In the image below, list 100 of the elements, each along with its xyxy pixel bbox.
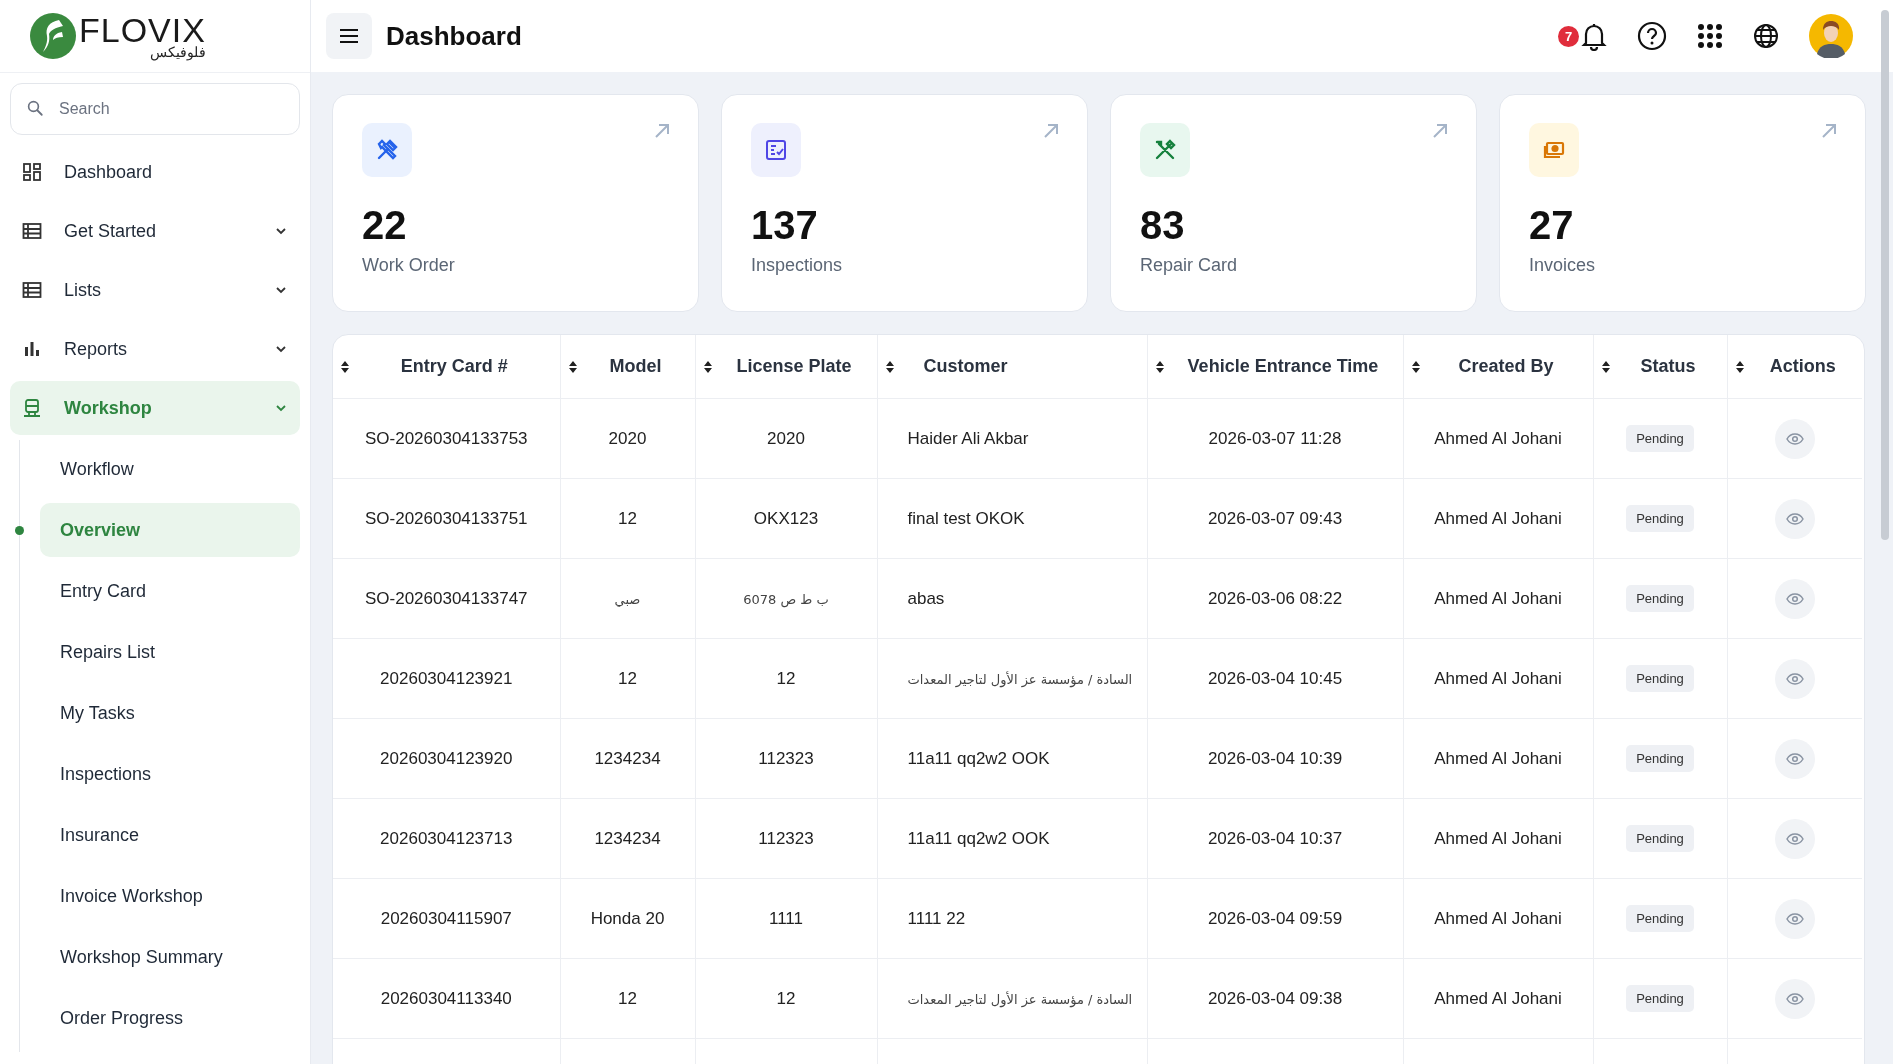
sort-icon[interactable] [1735,360,1744,373]
status-badge: Pending [1626,425,1694,452]
stat-card[interactable]: 137 Inspections [721,94,1088,312]
status-badge: Pending [1626,745,1694,772]
table-cell: 2026-03-04 10:37 [1207,828,1343,848]
column-header[interactable]: Model [584,356,687,377]
stat-label: Repair Card [1140,255,1239,276]
table-cell: 12 [618,668,637,688]
table-cell: 20260304123920 [380,748,513,768]
nav-item[interactable]: Lists [10,263,300,317]
nav-subitem[interactable]: Insurance [40,808,300,862]
eye-icon [1785,672,1804,685]
table-cell: Ahmed Al Johani [1434,988,1562,1008]
search-field[interactable]: Search [10,83,300,135]
column-header[interactable]: Customer [901,356,1008,377]
table-cell: 11a11 qq2w2 OOK [907,828,1050,848]
table-cell: Ahmed Al Johani [1434,428,1562,448]
nav-subitem[interactable]: My Tasks [40,686,300,740]
menu-button[interactable] [326,13,372,59]
column-header[interactable]: Vehicle Entrance Time [1171,356,1395,377]
nav-subitem[interactable]: Repairs List [40,625,300,679]
sort-icon[interactable] [885,360,894,373]
stat-card[interactable]: 27 Invoices [1499,94,1866,312]
status-badge: Pending [1626,665,1694,692]
status-badge: Pending [1626,825,1694,852]
column-header[interactable]: Status [1617,356,1719,377]
column-header[interactable]: Entry Card # [357,356,552,377]
table-cell: 20260304123921 [380,668,513,688]
table-cell: 2026-03-04 10:45 [1207,668,1343,688]
table-cell: Honda 20 [590,908,665,928]
table-cell: السادة / مؤسسة عز الأول لتاجير المعدات [907,991,1133,1007]
table-icon [22,280,42,300]
table-cell: SO-20260304133751 [364,508,528,528]
bus-icon [22,398,42,418]
column-header[interactable]: Created By [1427,356,1585,377]
table-cell: 2026-03-04 09:38 [1207,988,1343,1008]
nav-subitem[interactable]: Order Progress [40,991,300,1045]
help-icon[interactable] [1637,21,1667,51]
table-cell: final test OKOK [907,508,1025,528]
nav-subitem[interactable]: Invoice Workshop [40,869,300,923]
table-cell: 12 [776,668,796,688]
table-cell: 12 [618,508,637,528]
sort-icon[interactable] [341,360,349,373]
table-cell: 20260304115907 [380,908,512,928]
table-cell: ب ط ص 6078 [743,591,829,607]
logo-icon [29,12,77,60]
sort-icon[interactable] [568,360,577,373]
stat-label: Invoices [1529,255,1597,276]
table-cell: 1111 [768,908,803,928]
notification-badge: 7 [1558,25,1579,47]
logo-name: FLOVIX [79,13,206,47]
table-cell: 20260304113340 [380,988,512,1008]
sort-icon[interactable] [1601,360,1610,373]
table-cell: 1111 22 [907,908,966,928]
table-cell: 20260304123713 [380,828,513,848]
column-header[interactable]: Actions [1751,356,1854,377]
stat-card[interactable]: 22 Work Order [332,94,699,312]
nav-item[interactable]: Get Started [10,204,300,258]
apps-grid-icon[interactable] [1697,23,1723,49]
table-cell: 112323 [758,748,814,768]
nav-item[interactable]: Workshop [10,381,300,435]
bar-chart-icon [22,339,42,359]
nav-subitem[interactable]: Workflow [40,442,300,496]
column-header[interactable]: License Plate [719,356,869,377]
table-cell: Ahmed Al Johani [1434,588,1562,608]
stat-value: 22 [362,205,408,245]
eye-icon [1785,432,1804,445]
nav-subitem[interactable]: Workshop Summary [40,930,300,984]
table-cell: 11a11 qq2w2 OOK [907,748,1050,768]
table-cell: abas [907,588,945,608]
table-cell: 112323 [758,828,814,848]
status-badge: Pending [1626,505,1694,532]
nav-subitem[interactable]: Inspections [40,747,300,801]
bell-icon[interactable] [1581,21,1607,51]
user-avatar[interactable] [1809,14,1853,58]
table-cell: SO-20260304133747 [364,588,528,608]
table-cell: 2026-03-06 08:22 [1207,588,1343,608]
nav-item[interactable]: Dashboard [10,145,300,199]
table-cell: 12 [776,988,796,1008]
table-cell: 12 [618,988,637,1008]
nav-item[interactable]: Reports [10,322,300,376]
table-cell: Ahmed Al Johani [1434,828,1562,848]
table-cell: Ahmed Al Johani [1434,748,1562,768]
table-cell: 2020 [767,428,805,448]
logo-subtitle: فلوفيكس [148,45,206,59]
table-cell: 2026-03-07 09:43 [1207,508,1343,528]
sort-icon[interactable] [1411,360,1420,373]
globe-icon[interactable] [1753,23,1779,49]
sort-icon[interactable] [703,360,712,373]
stat-card[interactable]: 83 Repair Card [1110,94,1477,312]
nav-subitem[interactable]: Entry Card [40,564,300,618]
status-badge: Pending [1626,905,1694,932]
table-cell: 2026-03-04 09:59 [1207,908,1343,928]
table-cell: 2020 [608,428,647,448]
nav-subitem[interactable]: Overview [40,503,300,557]
table-cell: Ahmed Al Johani [1434,508,1562,528]
page-title: Dashboard [386,20,523,52]
scrollbar[interactable] [1881,10,1889,540]
sort-icon[interactable] [1155,360,1164,373]
table-cell: صبي [614,591,641,607]
